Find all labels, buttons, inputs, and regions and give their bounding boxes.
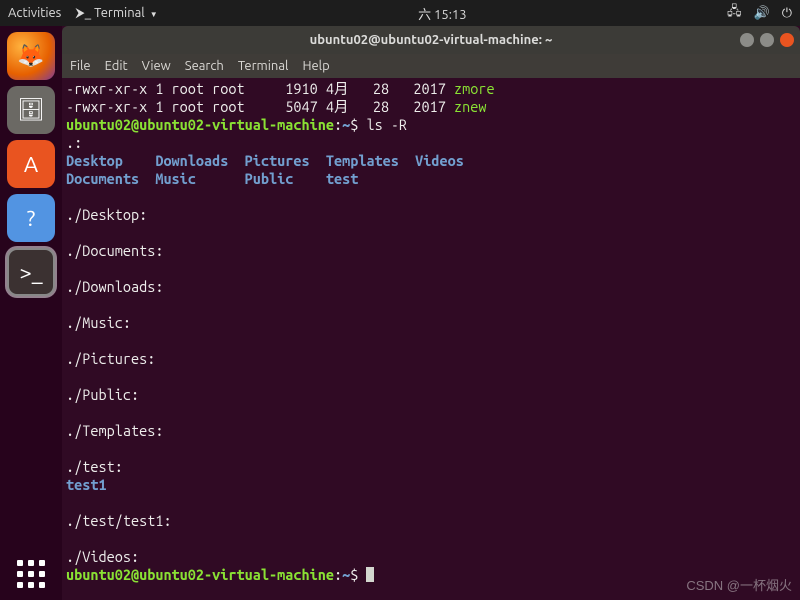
prompt-user: ubuntu02@ubuntu02-virtual-machine — [66, 566, 334, 583]
dir-header: ./Music: — [66, 314, 131, 331]
clock[interactable]: 六 15:13 — [158, 4, 727, 23]
dir-header: .: — [66, 134, 82, 151]
prompt-sep: : — [334, 566, 342, 583]
menu-file[interactable]: File — [70, 59, 91, 73]
dir-header: ./test: — [66, 458, 123, 475]
dir-header: ./Public: — [66, 386, 139, 403]
command: ls -R — [358, 116, 407, 133]
dir-header: ./Pictures: — [66, 350, 155, 367]
dir-header: ./test/test1: — [66, 512, 172, 529]
show-applications-button[interactable] — [13, 556, 49, 592]
prompt-user: ubuntu02@ubuntu02-virtual-machine — [66, 116, 334, 133]
dock-item-firefox[interactable]: 🦊 — [7, 32, 55, 80]
terminal-output[interactable]: -rwxr-xr-x 1 root root 1910 4月 28 2017 z… — [62, 78, 800, 600]
power-icon[interactable]: ⏻ — [782, 6, 792, 21]
menubar: File Edit View Search Terminal Help — [62, 54, 800, 78]
dir-header: ./Documents: — [66, 242, 163, 259]
dir-listing: test1 — [66, 476, 107, 493]
prompt-dollar: $ — [350, 566, 366, 583]
dir-header: ./Videos: — [66, 548, 139, 565]
launcher-dock: 🦊 🗄 A ? >_ — [0, 26, 62, 600]
app-menu[interactable]: ⮞_ Terminal ▼ — [75, 6, 157, 21]
dir-header: ./Templates: — [66, 422, 163, 439]
files-icon: 🗄 — [17, 97, 45, 123]
cursor — [366, 567, 374, 582]
software-icon: A — [24, 152, 38, 177]
dir-header: ./Downloads: — [66, 278, 163, 295]
terminal-icon: >_ — [19, 260, 42, 285]
close-button[interactable] — [780, 33, 794, 47]
dock-item-software[interactable]: A — [7, 140, 55, 188]
top-panel: Activities ⮞_ Terminal ▼ 六 15:13 🖧 🔊 ⏻ — [0, 0, 800, 26]
dock-item-terminal[interactable]: >_ — [7, 248, 55, 296]
prompt-path: ~ — [342, 566, 350, 583]
network-icon[interactable]: 🖧 — [727, 2, 742, 24]
terminal-window: ubuntu02@ubuntu02-virtual-machine: ~ Fil… — [62, 26, 800, 600]
dir-listing: Documents Music Public test — [66, 170, 358, 187]
prompt-path: ~ — [342, 116, 350, 133]
window-titlebar[interactable]: ubuntu02@ubuntu02-virtual-machine: ~ — [62, 26, 800, 54]
ls-line: -rwxr-xr-x 1 root root 5047 4月 28 2017 — [66, 98, 454, 115]
dock-item-help[interactable]: ? — [7, 194, 55, 242]
ls-line: -rwxr-xr-x 1 root root 1910 4月 28 2017 — [66, 80, 454, 97]
menu-terminal[interactable]: Terminal — [238, 59, 289, 73]
minimize-button[interactable] — [740, 33, 754, 47]
file-zmore: zmore — [454, 80, 495, 97]
chevron-down-icon: ▼ — [150, 10, 158, 19]
menu-view[interactable]: View — [142, 59, 171, 73]
help-icon: ? — [27, 206, 36, 231]
menu-help[interactable]: Help — [302, 59, 329, 73]
dir-listing: Desktop Downloads Pictures Templates Vid… — [66, 152, 464, 169]
dir-header: ./Desktop: — [66, 206, 147, 223]
terminal-icon: ⮞_ — [75, 6, 91, 20]
watermark: CSDN @一杯烟火 — [686, 575, 792, 594]
dock-item-files[interactable]: 🗄 — [7, 86, 55, 134]
menu-search[interactable]: Search — [185, 59, 224, 73]
window-title: ubuntu02@ubuntu02-virtual-machine: ~ — [62, 33, 800, 47]
activities-button[interactable]: Activities — [8, 6, 61, 20]
menu-edit[interactable]: Edit — [105, 59, 128, 73]
firefox-icon: 🦊 — [17, 43, 44, 69]
prompt-sep: : — [334, 116, 342, 133]
maximize-button[interactable] — [760, 33, 774, 47]
app-menu-label: Terminal — [94, 6, 145, 20]
file-znew: znew — [454, 98, 486, 115]
volume-icon[interactable]: 🔊 — [754, 6, 770, 21]
